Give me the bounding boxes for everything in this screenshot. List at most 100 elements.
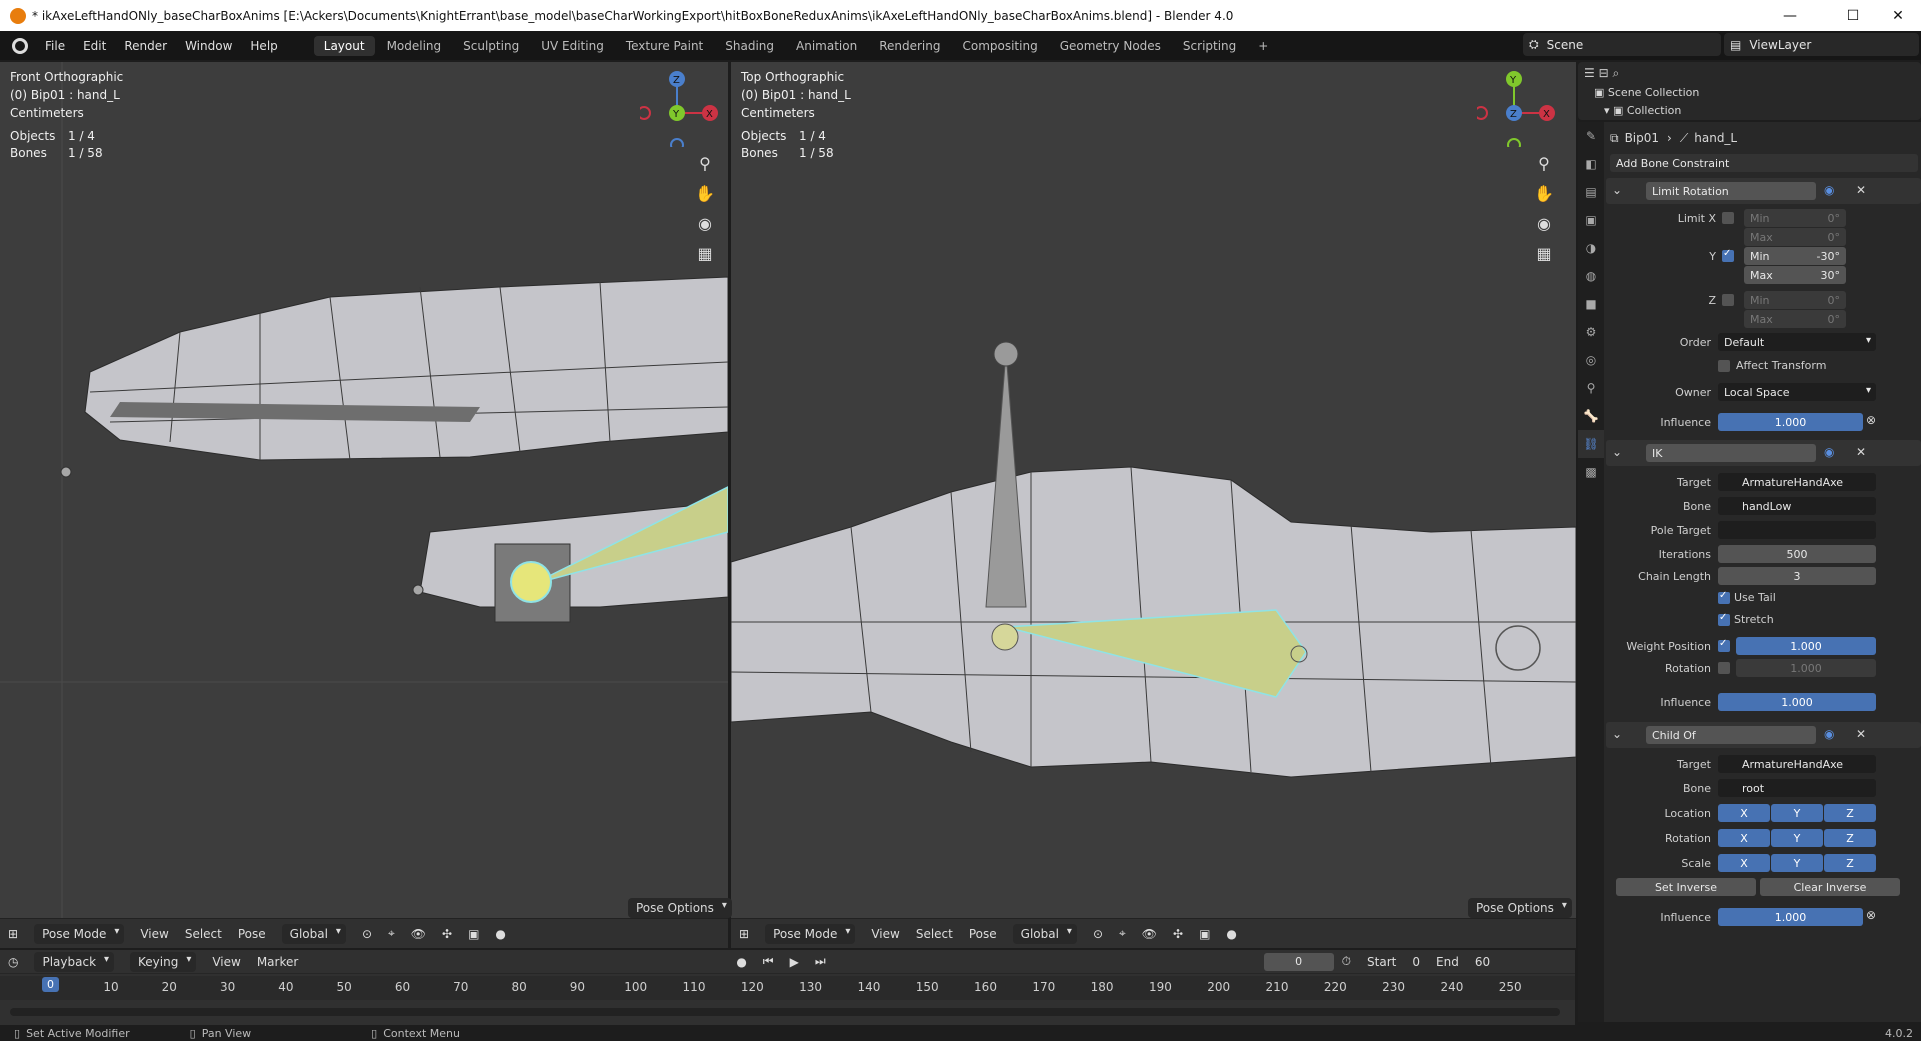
tool-tab-icon[interactable]: ✎: [1578, 122, 1604, 150]
jump-start-icon[interactable]: ⏮: [763, 954, 774, 969]
scale-z-toggle[interactable]: Z: [1824, 854, 1876, 872]
output-tab-icon[interactable]: ▤: [1578, 178, 1604, 206]
close-icon[interactable]: ✕: [1856, 727, 1866, 741]
eye-icon[interactable]: ◉: [1824, 445, 1834, 459]
ik-target-field[interactable]: ArmatureHandAxe: [1718, 473, 1876, 491]
z-max-field[interactable]: Max 0°: [1744, 310, 1846, 328]
pivot-icon[interactable]: ⊙: [1093, 927, 1103, 941]
gizmo-toggle-icon[interactable]: ✣: [442, 927, 452, 941]
visibility-icon[interactable]: 👁: [1142, 927, 1157, 941]
gizmo-toggle-icon[interactable]: ✣: [1173, 927, 1183, 941]
close-icon[interactable]: ✕: [1856, 183, 1866, 197]
xray-icon[interactable]: ▣: [468, 927, 479, 941]
z-min-field[interactable]: Min 0°: [1744, 291, 1846, 309]
tab-modeling[interactable]: Modeling: [377, 36, 452, 56]
scene-collection-row[interactable]: ▣ Scene Collection: [1594, 86, 1699, 99]
mode-dropdown[interactable]: Pose Mode: [765, 923, 856, 944]
iterations-field[interactable]: 500: [1718, 545, 1876, 563]
collection-row[interactable]: ▾ ▣ Collection: [1604, 104, 1681, 117]
close-icon[interactable]: ✕: [1856, 445, 1866, 459]
menu-view[interactable]: View: [871, 927, 899, 941]
rotation-z-toggle[interactable]: Z: [1824, 829, 1876, 847]
shading-solid-icon[interactable]: ●: [1226, 927, 1236, 941]
add-workspace-button[interactable]: +: [1248, 36, 1278, 56]
record-icon[interactable]: ●: [736, 955, 746, 969]
viewport-top[interactable]: Top Orthographic (0) Bip01 : hand_L Cent…: [731, 62, 1576, 947]
scale-y-toggle[interactable]: Y: [1771, 854, 1823, 872]
limit-z-checkbox[interactable]: [1722, 294, 1734, 306]
limit-y-checkbox[interactable]: [1722, 248, 1734, 262]
y-min-field[interactable]: Min -30°: [1744, 247, 1846, 265]
editor-type-icon[interactable]: ⊞: [739, 927, 749, 941]
zoom-icon[interactable]: ⚲: [692, 150, 718, 176]
camera-icon[interactable]: ◉: [692, 210, 718, 236]
timeline-view-menu[interactable]: View: [212, 955, 240, 969]
child-of-name-field[interactable]: Child Of: [1646, 726, 1816, 744]
frame-ruler[interactable]: 10 20 30 40 50 60 70 80 90 100 110 120 130 140 150 160 1…: [0, 976, 1575, 1000]
location-x-toggle[interactable]: X: [1718, 804, 1770, 822]
menu-view[interactable]: View: [140, 927, 168, 941]
grid-icon[interactable]: ▦: [692, 240, 718, 266]
use-tail-checkbox[interactable]: [1718, 590, 1730, 604]
playback-menu[interactable]: Playback: [34, 951, 115, 972]
menu-pose[interactable]: Pose: [969, 927, 997, 941]
start-frame-field[interactable]: 0: [1412, 955, 1420, 969]
rotation-weight-slider[interactable]: 1.000: [1736, 659, 1876, 677]
viewport-front[interactable]: Front Orthographic (0) Bip01 : hand_L Ce…: [0, 62, 728, 947]
chevron-down-icon[interactable]: ⌄: [1612, 445, 1622, 459]
ik-name-field[interactable]: IK: [1646, 444, 1816, 462]
snap-icon[interactable]: ⌖: [1119, 926, 1126, 941]
rotation-y-toggle[interactable]: Y: [1771, 829, 1823, 847]
chevron-down-icon[interactable]: ⌄: [1612, 183, 1622, 197]
location-z-toggle[interactable]: Z: [1824, 804, 1876, 822]
camera-icon[interactable]: ◉: [1531, 210, 1557, 236]
menu-pose[interactable]: Pose: [238, 927, 266, 941]
pivot-icon[interactable]: ⊙: [362, 927, 372, 941]
tab-geometry-nodes[interactable]: Geometry Nodes: [1050, 36, 1171, 56]
tab-rendering[interactable]: Rendering: [869, 36, 950, 56]
tab-layout[interactable]: Layout: [313, 35, 375, 56]
tab-shading[interactable]: Shading: [715, 36, 784, 56]
child-target-field[interactable]: ArmatureHandAxe: [1718, 755, 1876, 773]
snap-icon[interactable]: ⌖: [388, 926, 395, 941]
current-frame-indicator[interactable]: 0: [42, 977, 59, 992]
tab-uv-editing[interactable]: UV Editing: [531, 36, 614, 56]
mode-dropdown[interactable]: Pose Mode: [34, 923, 125, 944]
visibility-icon[interactable]: 👁: [411, 927, 426, 941]
eye-icon[interactable]: ◉: [1824, 183, 1834, 197]
blender-menu-icon[interactable]: [12, 37, 28, 54]
physics-tab-icon[interactable]: ◎: [1578, 346, 1604, 374]
texture-tab-icon[interactable]: ▩: [1578, 458, 1604, 486]
tab-compositing[interactable]: Compositing: [952, 36, 1047, 56]
grid-icon[interactable]: ▦: [1531, 240, 1557, 266]
marker-menu[interactable]: Marker: [257, 955, 298, 969]
scene-tab-icon[interactable]: ◑: [1578, 234, 1604, 262]
outliner-filter-icon[interactable]: ☰ ⊟ ⌕: [1584, 66, 1619, 81]
maximize-button[interactable]: ☐: [1830, 0, 1876, 31]
timeline[interactable]: ◷ Playback Keying View Marker ● ⏮ ▶ ⏭ 0 …: [0, 950, 1575, 1025]
data-tab-icon[interactable]: ⚲: [1578, 374, 1604, 402]
end-frame-field[interactable]: 60: [1475, 955, 1490, 969]
clear-inverse-button[interactable]: Clear Inverse: [1760, 878, 1900, 896]
owner-space-dropdown[interactable]: Local Space: [1718, 383, 1876, 401]
modifier-tab-icon[interactable]: ⚙: [1578, 318, 1604, 346]
navigation-gizmo[interactable]: Z X Y: [640, 67, 720, 147]
location-y-toggle[interactable]: Y: [1771, 804, 1823, 822]
weight-position-slider[interactable]: 1.000: [1736, 637, 1876, 655]
menu-window[interactable]: Window: [176, 39, 241, 53]
menu-file[interactable]: File: [36, 39, 74, 53]
chain-length-field[interactable]: 3: [1718, 567, 1876, 585]
menu-select[interactable]: Select: [185, 927, 222, 941]
order-dropdown[interactable]: Default: [1718, 333, 1876, 351]
outliner[interactable]: ☰ ⊟ ⌕ ▣ Scene Collection ▾ ▣ Collection: [1578, 62, 1921, 120]
bone-constraint-tab-icon[interactable]: ⛓: [1578, 430, 1604, 458]
minimize-button[interactable]: —: [1767, 0, 1813, 31]
view-layer-selector[interactable]: ▤ ViewLayer: [1724, 33, 1919, 56]
weight-position-checkbox[interactable]: [1718, 638, 1730, 652]
chevron-down-icon[interactable]: ⌄: [1612, 727, 1622, 741]
xray-icon[interactable]: ▣: [1199, 927, 1210, 941]
child-influence-slider[interactable]: 1.000: [1718, 908, 1863, 926]
keying-menu[interactable]: Keying: [130, 951, 197, 972]
pan-hand-icon[interactable]: ✋: [692, 180, 718, 206]
render-tab-icon[interactable]: ◧: [1578, 150, 1604, 178]
